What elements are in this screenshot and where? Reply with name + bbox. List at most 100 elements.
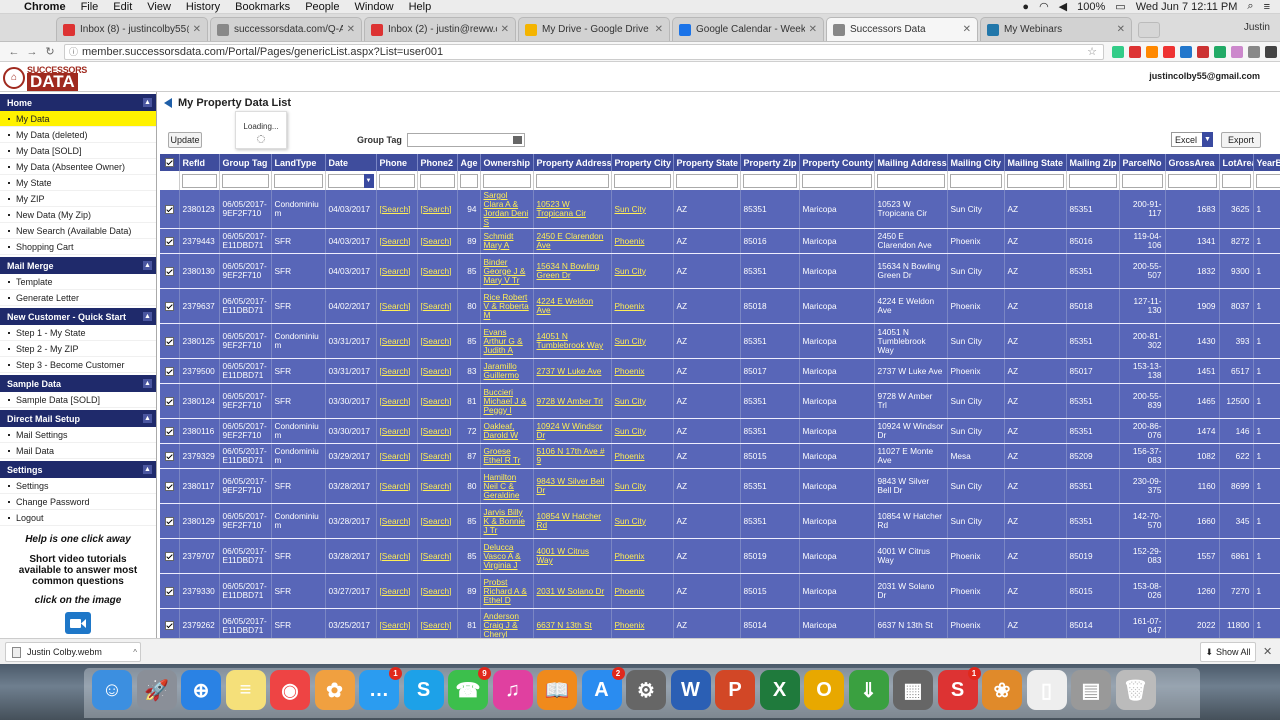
word-icon[interactable]: W xyxy=(670,670,711,710)
wifi-icon[interactable]: ◠ xyxy=(1039,0,1049,13)
column-header[interactable]: Property Zip xyxy=(740,154,800,171)
column-filter-input[interactable] xyxy=(221,173,269,188)
sheet-app-icon[interactable]: S1 xyxy=(937,667,981,710)
excel-icon[interactable]: X xyxy=(759,670,800,710)
table-cell-link[interactable]: Phoenix xyxy=(611,288,674,324)
table-cell-link[interactable]: Probst Richard A & Ethel D xyxy=(480,573,534,609)
close-tab-icon[interactable]: ✕ xyxy=(963,24,971,35)
tab-0[interactable]: Inbox (8) - justincolby55@gma ✕ xyxy=(56,17,208,41)
column-filter-input[interactable]: ▼ xyxy=(327,173,374,188)
clock[interactable]: Wed Jun 7 12:11 PM xyxy=(1136,1,1238,13)
export-button[interactable]: Export xyxy=(1221,132,1261,148)
row-checkbox-cell[interactable] xyxy=(160,358,180,384)
row-checkbox-cell[interactable] xyxy=(160,418,180,444)
table-cell-link[interactable]: Evans Arthur G & Judith A xyxy=(480,323,534,359)
tab-6[interactable]: My Webinars ✕ xyxy=(980,17,1132,41)
table-cell-link[interactable]: [Search] xyxy=(417,323,458,359)
row-checkbox-cell[interactable] xyxy=(160,538,180,574)
collapse-icon[interactable]: ▲ xyxy=(143,379,152,388)
notes-icon[interactable]: ≡ xyxy=(225,670,266,710)
close-tab-icon[interactable]: ✕ xyxy=(655,24,663,35)
column-header[interactable]: RefId xyxy=(179,154,220,171)
checkbox[interactable] xyxy=(164,366,174,376)
table-cell-link[interactable]: Groese Ethel R Tr xyxy=(480,443,534,469)
chevron-up-icon[interactable]: ^ xyxy=(133,648,140,657)
table-cell-link[interactable]: Phoenix xyxy=(611,358,674,384)
update-button[interactable]: Update xyxy=(168,132,202,148)
notification-center-icon[interactable]: ≡ xyxy=(1264,1,1270,13)
table-row[interactable]: 2379329 06/05/2017-E11DBD71 Condominium 03/… xyxy=(160,443,1280,469)
table-cell-link[interactable]: Sun City xyxy=(611,418,674,444)
table-cell-link[interactable]: [Search] xyxy=(376,190,418,229)
checkbox[interactable] xyxy=(164,586,174,596)
chevron-down-icon[interactable]: ▼ xyxy=(1202,132,1213,147)
forward-icon[interactable]: → xyxy=(24,46,40,58)
show-all-button[interactable]: ⬇ Show All xyxy=(1200,642,1256,662)
column-filter-input[interactable] xyxy=(273,173,323,188)
table-cell-link[interactable]: [Search] xyxy=(376,323,418,359)
sidebar-item[interactable]: Step 3 - Become Customer xyxy=(0,357,156,373)
row-checkbox-cell[interactable] xyxy=(160,383,180,419)
column-filter-input[interactable] xyxy=(181,173,217,188)
checkbox[interactable] xyxy=(164,204,174,214)
sidebar-item[interactable]: My State xyxy=(0,175,156,191)
table-row[interactable]: 2379262 06/05/2017-E11DBD71 SFR 03/25/2017[… xyxy=(160,608,1280,638)
column-filter-input[interactable] xyxy=(1121,173,1163,188)
table-cell-link[interactable]: [Search] xyxy=(376,418,418,444)
column-header[interactable]: GrossArea xyxy=(1165,154,1220,171)
sidebar-item[interactable]: Mail Data xyxy=(0,443,156,459)
document-icon[interactable]: ▯ xyxy=(1026,670,1067,710)
column-header[interactable]: LotArea xyxy=(1219,154,1254,171)
table-cell-link[interactable]: Oakleaf, Darold W xyxy=(480,418,534,444)
battery-percent[interactable]: 100% xyxy=(1077,1,1105,13)
chrome-icon[interactable]: ◉ xyxy=(270,670,310,710)
table-cell-link[interactable]: Sargol Clara A & Jordan Deni S xyxy=(480,190,534,229)
column-header[interactable]: Mailing Address xyxy=(874,154,948,171)
table-cell-link[interactable]: Delucca Vasco A & Virginia J xyxy=(480,538,534,574)
appstore-icon[interactable]: A2 xyxy=(581,667,625,710)
table-cell-link[interactable]: Hamilton Neil C & Geraldine xyxy=(480,468,534,504)
install-icon[interactable]: ⇓ xyxy=(848,670,889,710)
menu-help[interactable]: Help xyxy=(409,1,432,13)
table-cell-link[interactable]: 2031 W Solano Dr xyxy=(533,573,612,609)
powerpoint-icon[interactable]: P xyxy=(715,670,755,710)
table-cell-link[interactable]: 9843 W Silver Bell Dr xyxy=(533,468,612,504)
table-cell-link[interactable]: 14051 N Tumblebrook Way xyxy=(533,323,612,359)
sidebar-section-header[interactable]: Settings ▲ xyxy=(0,461,156,478)
skype-icon[interactable]: S xyxy=(403,670,444,710)
menu-chrome[interactable]: Chrome xyxy=(24,1,66,13)
collapse-icon[interactable]: ▲ xyxy=(143,414,152,423)
table-cell-link[interactable]: 10924 W Windsor Dr xyxy=(533,418,612,444)
sidebar-section-header[interactable]: Mail Merge ▲ xyxy=(0,257,156,274)
table-cell-link[interactable]: [Search] xyxy=(417,383,458,419)
column-header[interactable]: Mailing City xyxy=(947,154,1005,171)
menu-people[interactable]: People xyxy=(305,1,339,13)
table-cell-link[interactable]: 4001 W Citrus Way xyxy=(533,538,612,574)
column-filter-input[interactable] xyxy=(1167,173,1217,188)
profile-name[interactable]: Justin xyxy=(1244,22,1270,33)
table-cell-link[interactable]: Sun City xyxy=(611,323,674,359)
table-cell-link[interactable]: 4224 E Weldon Ave xyxy=(533,288,612,324)
column-header[interactable]: Property Address xyxy=(533,154,612,171)
table-cell-link[interactable]: 10854 W Hatcher Rd xyxy=(533,503,612,539)
extension-icon[interactable] xyxy=(1180,45,1192,58)
back-icon[interactable]: ← xyxy=(6,46,22,58)
column-header[interactable]: LandType xyxy=(271,154,326,171)
column-header[interactable]: Phone xyxy=(376,154,418,171)
table-cell-link[interactable]: [Search] xyxy=(417,190,458,229)
back-arrow-icon[interactable] xyxy=(164,98,172,108)
video-camera-icon[interactable] xyxy=(65,612,91,634)
column-header[interactable]: Mailing State xyxy=(1004,154,1067,171)
table-cell-link[interactable]: Anderson Craig J & Cheryl xyxy=(480,608,534,638)
table-cell-link[interactable]: 5106 N 17th Ave # 9 xyxy=(533,443,612,469)
table-cell-link[interactable]: Phoenix xyxy=(611,573,674,609)
column-filter-input[interactable] xyxy=(801,173,872,188)
table-row[interactable]: 2379443 06/05/2017-E11DBD71 SFR 04/03/2017[… xyxy=(160,228,1280,254)
column-header[interactable]: ParcelNo xyxy=(1119,154,1166,171)
table-cell-link[interactable]: [Search] xyxy=(376,503,418,539)
checkbox[interactable] xyxy=(164,551,174,561)
sidebar-item[interactable]: Change Password xyxy=(0,494,156,510)
table-cell-link[interactable]: 10523 W Tropicana Cir xyxy=(533,190,612,229)
checkbox[interactable] xyxy=(164,336,174,346)
checkbox[interactable] xyxy=(164,266,174,276)
